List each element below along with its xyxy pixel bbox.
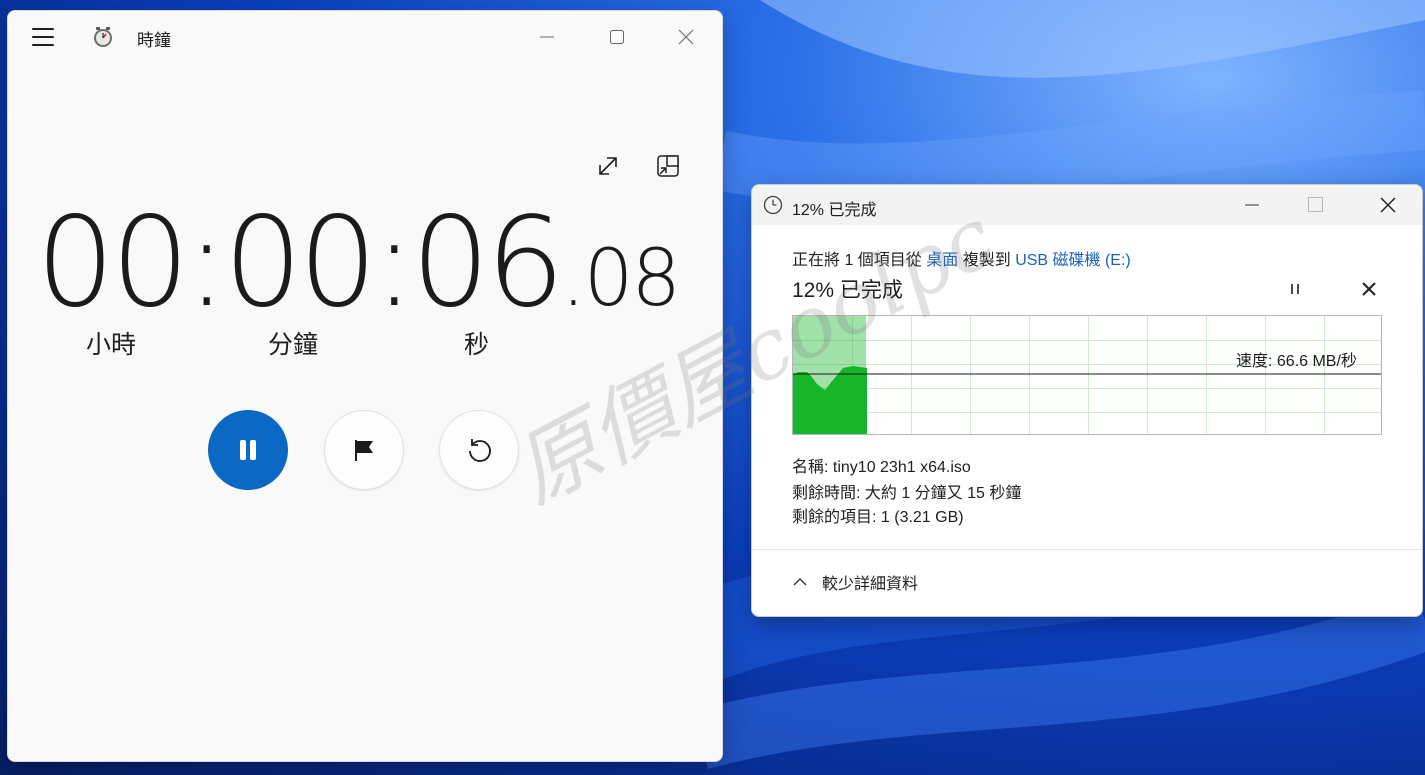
time-minutes: 00	[223, 191, 378, 335]
graph-grid	[793, 316, 1381, 434]
source-mid: 複製到	[962, 252, 1011, 269]
maximize-icon[interactable]	[1308, 197, 1323, 212]
time-separator: :	[185, 191, 228, 335]
reset-icon	[469, 439, 491, 462]
source-prefix: 正在將 1 個項目從	[792, 252, 922, 269]
copy-window-title: 12% 已完成	[792, 202, 877, 219]
expand-icon[interactable]	[593, 151, 623, 181]
close-icon[interactable]	[1376, 193, 1400, 217]
clock-icon	[763, 195, 783, 215]
compact-overlay-icon[interactable]	[653, 151, 683, 181]
time-hours: 00	[36, 191, 190, 335]
copy-titlebar: 12% 已完成	[752, 185, 1422, 225]
close-icon[interactable]	[669, 23, 703, 51]
pause-button[interactable]	[208, 410, 288, 490]
fewer-details-label: 較少詳細資料	[822, 576, 919, 593]
copy-progress-dialog: 12% 已完成 正在將 1 個項目從 桌面 複製到 USB 磁碟機 (E:) 1…	[751, 184, 1423, 617]
transfer-speed-graph	[792, 315, 1382, 435]
stopwatch-time: 00:00:06.08	[36, 191, 681, 335]
time-hundredths: .08	[560, 234, 681, 324]
alarm-clock-icon	[94, 27, 112, 47]
source-from-link[interactable]: 桌面	[926, 252, 958, 269]
file-name: 名稱: tiny10 23h1 x64.iso	[792, 459, 971, 476]
flag-icon	[355, 440, 373, 461]
speed-label: 速度: 66.6 MB/秒	[1236, 353, 1357, 370]
progress-percent-label: 12% 已完成	[792, 279, 903, 302]
divider	[752, 549, 1422, 550]
cancel-icon[interactable]	[1359, 279, 1379, 299]
copy-source-line: 正在將 1 個項目從 桌面 複製到 USB 磁碟機 (E:)	[792, 246, 1131, 270]
clock-window: 時鐘 00:00:06.08 小時 分鐘 秒	[7, 10, 723, 762]
chevron-up-icon	[793, 578, 807, 586]
unit-label-minutes: 分鐘	[268, 330, 319, 359]
minimize-icon[interactable]	[1240, 193, 1264, 217]
maximize-icon[interactable]	[600, 23, 634, 51]
destination-link[interactable]: USB 磁碟機 (E:)	[1015, 252, 1131, 269]
time-remaining: 剩餘時間: 大約 1 分鐘又 15 秒鐘	[792, 485, 1022, 502]
pause-icon	[240, 440, 256, 460]
app-title: 時鐘	[137, 31, 171, 51]
items-remaining: 剩餘的項目: 1 (3.21 GB)	[792, 509, 964, 526]
reset-button[interactable]	[439, 410, 519, 490]
hamburger-menu-icon[interactable]	[32, 28, 54, 46]
pause-icon[interactable]	[1285, 279, 1305, 299]
unit-label-hours: 小時	[86, 330, 137, 359]
fewer-details-button[interactable]: 較少詳細資料	[792, 570, 918, 594]
clock-titlebar: 時鐘	[8, 11, 722, 63]
time-separator: :	[373, 191, 415, 335]
unit-label-seconds: 秒	[464, 330, 490, 359]
minimize-icon[interactable]	[530, 23, 564, 51]
lap-button[interactable]	[324, 410, 404, 490]
time-seconds: 06	[411, 191, 565, 335]
